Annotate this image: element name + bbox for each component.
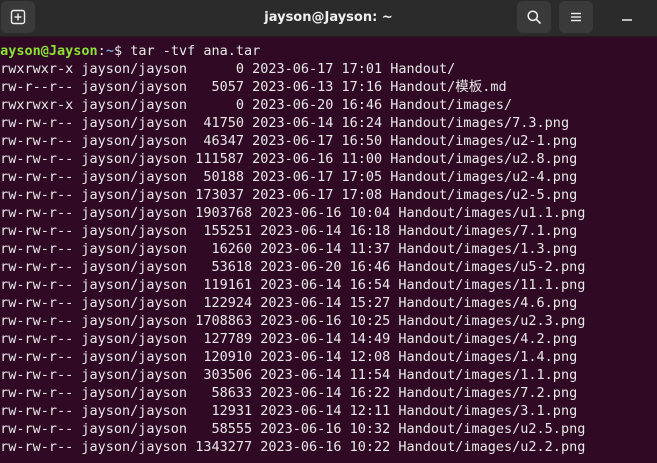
output-line: drwxrwxr-x jayson/jayson 0 2023-06-17 17… [0,61,456,77]
output-line: -rw-rw-r-- jayson/jayson 1903768 2023-06… [0,205,586,221]
prompt-path: ~ [105,43,114,59]
output-line: -rw-rw-r-- jayson/jayson 12931 2023-06-1… [0,403,578,419]
output-line: -rw-rw-r-- jayson/jayson 303506 2023-06-… [0,367,578,383]
output-line: -rw-rw-r-- jayson/jayson 50188 2023-06-1… [0,169,578,185]
output-line: -rw-rw-r-- jayson/jayson 120910 2023-06-… [0,349,578,365]
output-line: -rw-rw-r-- jayson/jayson 127789 2023-06-… [0,331,578,347]
terminal-output[interactable]: jayson@Jayson:~$ tar -tvf ana.tar drwxrw… [0,41,657,463]
prompt-symbol: $ [113,43,131,59]
prompt-colon: : [97,43,106,59]
output-line: -rw-rw-r-- jayson/jayson 58633 2023-06-1… [0,385,578,401]
minimize-icon [622,19,632,21]
minimize-button[interactable] [618,9,636,27]
output-line: -rw-r--r-- jayson/jayson 5057 2023-06-13… [0,79,507,95]
new-tab-icon [10,9,26,25]
output-line: -rw-rw-r-- jayson/jayson 16260 2023-06-1… [0,241,578,257]
menu-button[interactable] [559,1,593,33]
prompt-user-host: jayson@Jayson [0,43,98,59]
new-tab-button[interactable] [1,1,35,33]
output-line: -rw-rw-r-- jayson/jayson 1708863 2023-06… [0,313,586,329]
search-button[interactable] [517,1,551,33]
header-bar: jayson@Jayson: ~ [0,0,657,37]
output-line: -rw-rw-r-- jayson/jayson 58555 2023-06-1… [0,421,586,437]
terminal-window: jayson@Jayson: ~ jayson@Jayson:~$ tar -t… [0,0,657,463]
prompt-command: tar -tvf ana.tar [130,43,261,59]
output-line: -rw-rw-r-- jayson/jayson 53618 2023-06-2… [0,259,586,275]
output-line: -rw-rw-r-- jayson/jayson 1343277 2023-06… [0,439,586,455]
output-line: -rw-rw-r-- jayson/jayson 173037 2023-06-… [0,187,578,203]
output-line: -rw-rw-r-- jayson/jayson 41750 2023-06-1… [0,115,570,131]
hamburger-menu-icon [571,12,581,22]
output-line: -rw-rw-r-- jayson/jayson 46347 2023-06-1… [0,133,578,149]
output-line: -rw-rw-r-- jayson/jayson 155251 2023-06-… [0,223,578,239]
output-line: -rw-rw-r-- jayson/jayson 111587 2023-06-… [0,151,578,167]
search-icon [527,10,541,24]
prompt-line: jayson@Jayson:~$ tar -tvf ana.tar [0,42,260,60]
output-line: -rw-rw-r-- jayson/jayson 122924 2023-06-… [0,295,578,311]
output-line: -rw-rw-r-- jayson/jayson 119161 2023-06-… [0,277,586,293]
output-line: drwxrwxr-x jayson/jayson 0 2023-06-20 16… [0,97,513,113]
